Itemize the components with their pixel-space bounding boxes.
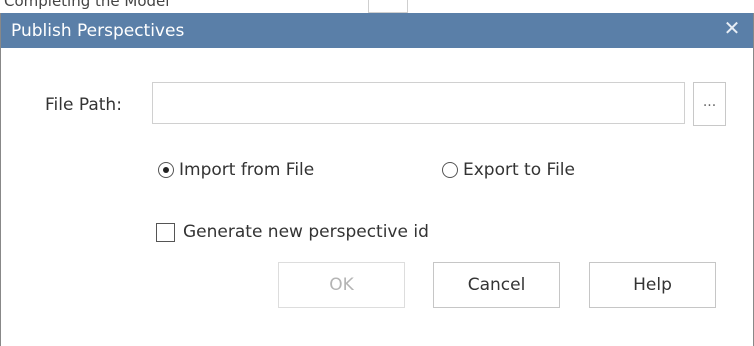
help-button[interactable]: Help	[589, 262, 716, 308]
import-from-file-radio[interactable]: Import from File	[158, 158, 314, 182]
radio-unselected-icon[interactable]	[442, 162, 458, 178]
dialog-title: Publish Perspectives	[11, 21, 185, 41]
cancel-button[interactable]: Cancel	[433, 262, 560, 308]
import-from-file-label: Import from File	[179, 160, 315, 180]
generate-new-id-checkbox[interactable]: Generate new perspective id	[156, 220, 429, 244]
radio-selected-icon[interactable]	[158, 162, 174, 178]
file-path-label: File Path:	[45, 95, 122, 115]
close-icon[interactable]: ✕	[719, 15, 745, 41]
generate-new-id-label: Generate new perspective id	[183, 222, 429, 242]
dialog-titlebar[interactable]: Publish Perspectives ✕	[1, 13, 753, 48]
browse-button[interactable]: ...	[693, 82, 726, 126]
ok-button[interactable]: OK	[278, 262, 405, 308]
export-to-file-label: Export to File	[463, 160, 575, 180]
checkbox-unchecked-icon[interactable]	[156, 222, 175, 242]
background-window-control	[368, 0, 408, 13]
file-path-input[interactable]	[152, 82, 685, 124]
publish-perspectives-dialog: Publish Perspectives ✕ File Path: ... Im…	[0, 13, 754, 346]
background-window-text: Completing the Model	[4, 0, 170, 10]
export-to-file-radio[interactable]: Export to File	[442, 158, 575, 182]
background-window-strip: Completing the Model	[0, 0, 754, 14]
